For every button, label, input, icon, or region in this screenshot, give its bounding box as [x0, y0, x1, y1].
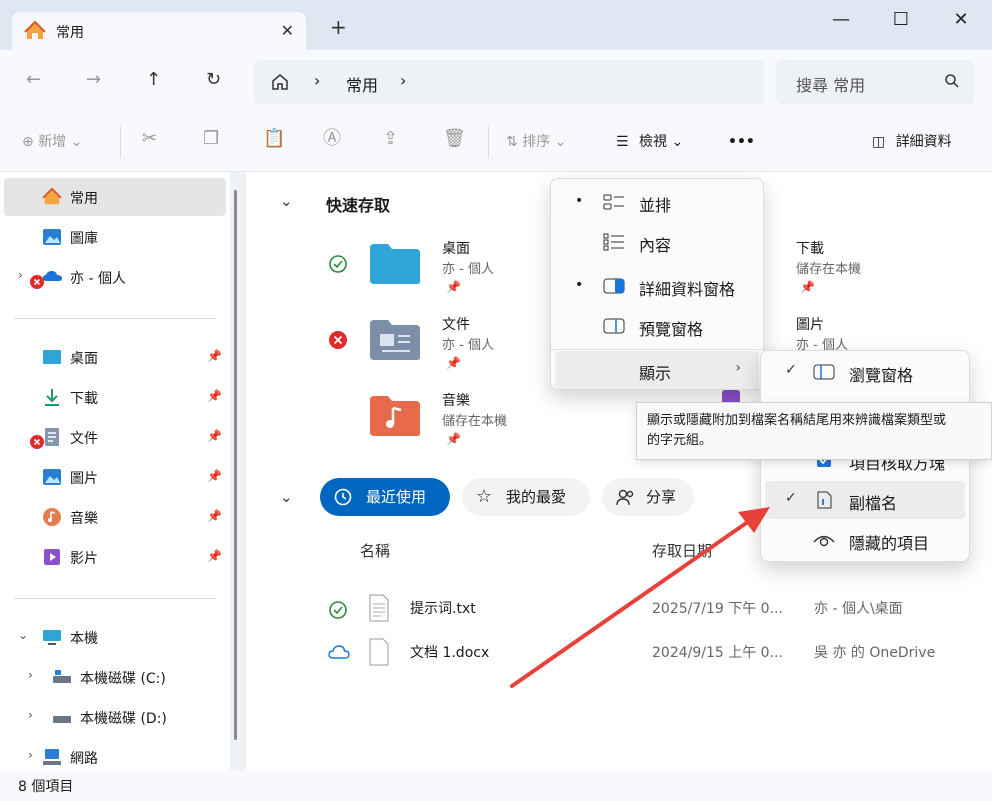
annotation-arrow	[510, 507, 770, 688]
